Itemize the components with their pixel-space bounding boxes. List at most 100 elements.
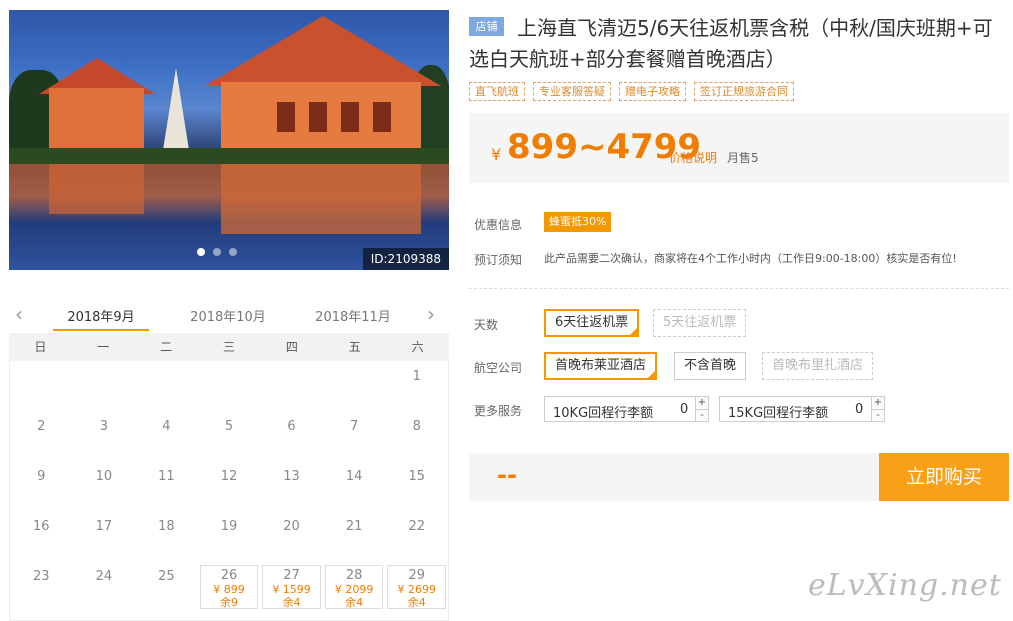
minus-icon[interactable]: - — [695, 409, 708, 421]
calendar-weekdays: 日一二三四五六 — [9, 333, 449, 361]
carousel-dot[interactable] — [197, 248, 205, 256]
notice-text: 此产品需要二次确认，商家将在4个工作小时内（工作日9:00-18:00）核实是否… — [544, 252, 957, 265]
day-number: 1 — [412, 369, 421, 384]
active-month-indicator — [53, 329, 149, 331]
day-price: ¥ 899 — [213, 583, 245, 596]
calendar-day: 19 — [198, 511, 261, 561]
calendar-day: 15 — [385, 461, 448, 511]
price-box: ¥ 899~4799 价格说明 月售5 — [469, 113, 1009, 183]
minus-icon[interactable]: - — [871, 409, 884, 421]
price-note-link[interactable]: 价格说明 — [669, 149, 717, 166]
feature-tag: 赠电子攻略 — [619, 82, 686, 101]
photo-temple — [49, 88, 144, 150]
day-remaining: 余4 — [282, 596, 301, 609]
option-no-hotel[interactable]: 不含首晚 — [674, 352, 747, 380]
service-qty[interactable]: 0 — [680, 402, 688, 417]
feature-tag: 专业客服答疑 — [533, 82, 611, 101]
calendar-day: 21 — [323, 511, 386, 561]
carousel-dots — [197, 248, 237, 256]
calendar-day-available[interactable]: 26 ¥ 899 余9 — [199, 565, 259, 609]
weekday-label: 三 — [222, 340, 235, 354]
days-label: 天数 — [474, 318, 499, 332]
product-photo[interactable]: ID:2109388 — [9, 10, 449, 270]
photo-window — [373, 102, 391, 132]
day-number: 12 — [220, 469, 238, 484]
calendar-day: 5 — [198, 411, 261, 461]
price-currency: ¥ — [491, 145, 502, 164]
shop-tag[interactable]: 店铺 — [469, 17, 504, 36]
buy-now-button[interactable]: 立即购买 — [879, 453, 1009, 501]
calendar-day: 24 — [73, 561, 136, 611]
monthly-sales: 月售5 — [727, 151, 759, 165]
day-remaining: 余4 — [407, 596, 426, 609]
calendar-empty-cell — [73, 361, 136, 411]
option-days-6[interactable]: 6天往返机票 — [544, 309, 640, 337]
feature-tag: 签订正规旅游合同 — [694, 82, 794, 101]
calendar-day: 4 — [135, 411, 198, 461]
plus-icon[interactable]: + — [695, 397, 708, 409]
day-number: 19 — [220, 519, 238, 534]
day-number: 26 — [220, 568, 238, 583]
service-15kg: 15KG回程行李额 0 + - — [719, 396, 885, 422]
weekday-label: 五 — [348, 340, 361, 354]
day-number: 24 — [95, 569, 113, 584]
carousel-dot[interactable] — [213, 248, 221, 256]
calendar-day: 7 — [323, 411, 386, 461]
calendar-day: 11 — [135, 461, 198, 511]
calendar-day: 16 — [10, 511, 73, 561]
promo-badge: 蜂蜜抵30% — [544, 212, 612, 232]
tab-month-oct[interactable]: 2018年10月 — [173, 306, 283, 325]
day-remaining: 余4 — [345, 596, 364, 609]
chevron-left-icon[interactable]: ‹ — [15, 302, 23, 326]
chevron-right-icon[interactable]: › — [427, 302, 435, 326]
calendar-day-available[interactable]: 27 ¥ 1599 余4 — [262, 565, 321, 609]
photo-window — [277, 102, 295, 132]
service-name: 15KG回程行李额 — [728, 406, 829, 421]
weekday-label: 二 — [160, 340, 173, 354]
calendar-day: 25 — [135, 561, 198, 611]
calendar-day-available[interactable]: 29 ¥ 2699 余4 — [387, 565, 446, 609]
service-qty[interactable]: 0 — [855, 402, 863, 417]
service-10kg: 10KG回程行李额 0 + - — [544, 396, 709, 422]
photo-reflection — [221, 164, 421, 234]
notice-label: 预订须知 — [474, 253, 523, 267]
day-price: ¥ 1599 — [272, 583, 311, 596]
calendar-day: 12 — [198, 461, 261, 511]
day-number: 2 — [37, 419, 46, 434]
tab-month-nov[interactable]: 2018年11月 — [298, 306, 408, 325]
day-number: 13 — [283, 469, 300, 484]
photo-reflection — [49, 164, 144, 214]
product-title: 上海直飞清迈5/6天往返机票含税（中秋/国庆班期+可选白天航班+部分套餐赠首晚酒… — [469, 16, 993, 71]
calendar-day: 8 — [385, 411, 448, 461]
calendar-day: 1 — [385, 361, 448, 411]
day-number: 11 — [158, 469, 175, 484]
calendar-day: 23 — [10, 561, 73, 611]
day-number: 5 — [224, 419, 234, 434]
calendar-day: 2 — [10, 411, 73, 461]
calendar-day: 6 — [260, 411, 323, 461]
option-hotel-burija[interactable]: 首晚布里扎酒店 — [762, 352, 874, 380]
weekday-label: 四 — [285, 340, 298, 354]
weekday-label: 日 — [34, 340, 47, 354]
day-number: 18 — [158, 519, 175, 534]
carousel-dot[interactable] — [229, 248, 237, 256]
plus-icon[interactable]: + — [871, 397, 884, 409]
calendar-empty-cell — [260, 361, 323, 411]
calendar-empty-cell — [198, 361, 261, 411]
option-hotel-buriya[interactable]: 首晚布莱亚酒店 — [544, 352, 658, 380]
calendar-day: 13 — [260, 461, 323, 511]
photo-temple-roof — [205, 16, 441, 86]
day-price: ¥ 2099 — [334, 583, 374, 596]
photo-stupa — [163, 68, 189, 150]
day-number: 29 — [408, 568, 425, 583]
divider — [469, 288, 1009, 289]
day-number: 25 — [158, 569, 175, 584]
option-days-5[interactable]: 5天往返机票 — [653, 309, 747, 337]
calendar-day-available[interactable]: 28 ¥ 2099 余4 — [324, 565, 384, 609]
photo-window — [309, 102, 327, 132]
day-number: 21 — [345, 519, 363, 534]
day-number: 20 — [283, 519, 300, 534]
tab-month-sep[interactable]: 2018年9月 — [46, 306, 156, 325]
day-number: 10 — [95, 469, 113, 484]
day-number: 15 — [408, 469, 425, 484]
